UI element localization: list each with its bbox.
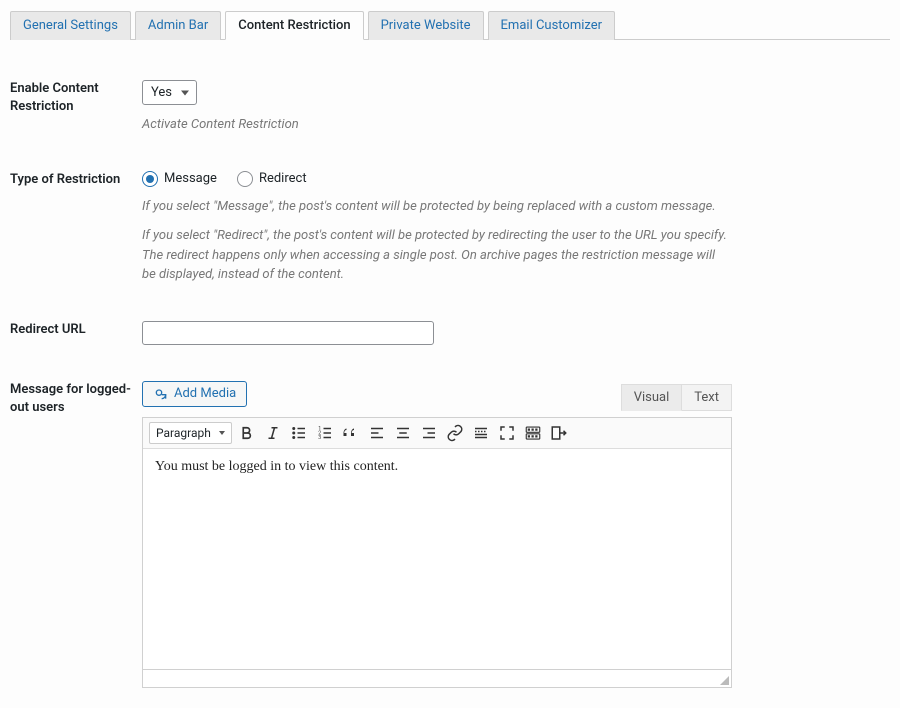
blockquote-icon (342, 424, 360, 442)
insert-more-icon (472, 424, 490, 442)
select-enable-value: Yes (151, 85, 172, 100)
numbered-list-icon: 123 (316, 424, 334, 442)
settings-tabs: General Settings Admin Bar Content Restr… (10, 10, 890, 40)
svg-text:3: 3 (318, 435, 321, 441)
radio-redirect[interactable] (237, 171, 253, 187)
editor-mode-tabs: Visual Text (621, 384, 732, 411)
radio-group-type: Message Redirect (142, 171, 732, 187)
editor-toolbar: Paragraph 123 (143, 418, 731, 449)
helper-type-redirect: If you select "Redirect", the post's con… (142, 226, 732, 285)
align-right-button[interactable] (418, 422, 440, 444)
radio-item-redirect[interactable]: Redirect (237, 171, 307, 187)
exit-icon (550, 424, 568, 442)
helper-enable: Activate Content Restriction (142, 115, 732, 135)
bullet-list-icon (290, 424, 308, 442)
tab-admin-bar[interactable]: Admin Bar (135, 11, 221, 40)
fullscreen-icon (498, 424, 516, 442)
toolbar-toggle-button[interactable] (522, 422, 544, 444)
resize-handle[interactable] (719, 675, 729, 685)
editor-tab-visual[interactable]: Visual (621, 384, 683, 411)
add-media-button[interactable]: Add Media (142, 381, 247, 407)
editor-content-area[interactable]: You must be logged in to view this conte… (143, 449, 731, 669)
media-icon (153, 386, 169, 402)
input-redirect-url[interactable] (142, 321, 434, 345)
radio-item-message[interactable]: Message (142, 171, 217, 187)
tab-private-website[interactable]: Private Website (368, 11, 484, 40)
italic-button[interactable] (262, 422, 284, 444)
toolbar-toggle-icon (524, 424, 542, 442)
radio-message-label: Message (164, 171, 217, 186)
tab-email-customizer[interactable]: Email Customizer (488, 11, 616, 40)
row-enable-content-restriction: Enable Content Restriction Yes Activate … (10, 80, 890, 135)
add-media-label: Add Media (174, 386, 236, 401)
insert-more-button[interactable] (470, 422, 492, 444)
label-type: Type of Restriction (10, 171, 142, 285)
align-left-button[interactable] (366, 422, 388, 444)
row-redirect-url: Redirect URL (10, 321, 890, 345)
numbered-list-button[interactable]: 123 (314, 422, 336, 444)
align-center-button[interactable] (392, 422, 414, 444)
bullet-list-button[interactable] (288, 422, 310, 444)
distraction-free-button[interactable] (548, 422, 570, 444)
blockquote-button[interactable] (340, 422, 362, 444)
bold-icon (238, 424, 256, 442)
row-message-logged-out: Message for logged-out users Add Media V… (10, 381, 890, 688)
fullscreen-button[interactable] (496, 422, 518, 444)
radio-redirect-label: Redirect (259, 171, 307, 186)
helper-type-message: If you select "Message", the post's cont… (142, 197, 732, 217)
italic-icon (264, 424, 282, 442)
row-type-of-restriction: Type of Restriction Message Redirect If … (10, 171, 890, 285)
select-enable-restriction[interactable]: Yes (142, 80, 197, 105)
tab-content-restriction[interactable]: Content Restriction (225, 11, 363, 40)
link-button[interactable] (444, 422, 466, 444)
format-select-value: Paragraph (156, 426, 211, 440)
wysiwyg-editor: Paragraph 123 You must be logged in to v… (142, 417, 732, 670)
label-message: Message for logged-out users (10, 381, 142, 688)
link-icon (446, 424, 464, 442)
bold-button[interactable] (236, 422, 258, 444)
format-select[interactable]: Paragraph (149, 422, 232, 444)
label-enable: Enable Content Restriction (10, 80, 142, 135)
tab-general-settings[interactable]: General Settings (10, 11, 131, 40)
align-center-icon (394, 424, 412, 442)
radio-message[interactable] (142, 171, 158, 187)
align-left-icon (368, 424, 386, 442)
label-redirect-url: Redirect URL (10, 321, 142, 345)
align-right-icon (420, 424, 438, 442)
editor-tab-text[interactable]: Text (682, 384, 732, 411)
